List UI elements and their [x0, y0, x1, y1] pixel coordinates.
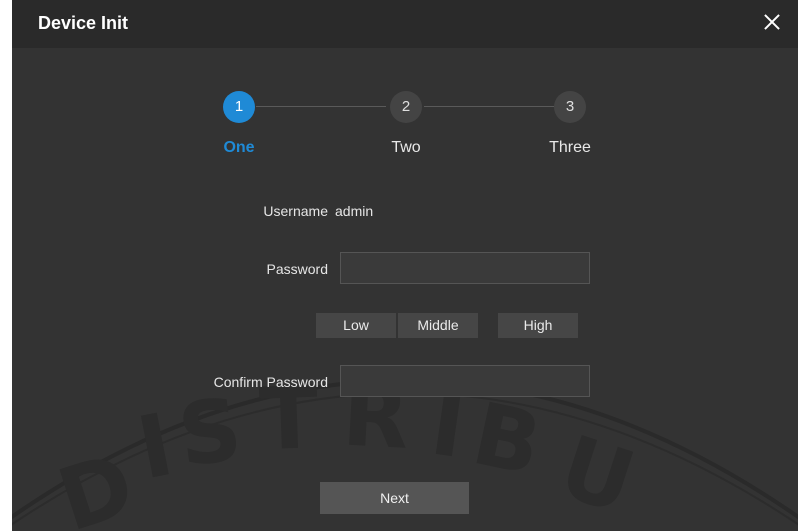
strength-low: Low	[316, 313, 396, 338]
step-1-indicator: 1	[223, 91, 255, 123]
svg-text:I: I	[130, 395, 180, 499]
password-label: Password	[266, 261, 328, 277]
confirm-password-label: Confirm Password	[213, 374, 328, 390]
step-connector	[256, 106, 386, 107]
dialog-titlebar: Device Init	[12, 0, 798, 48]
strength-high: High	[498, 313, 578, 338]
username-value: admin	[335, 203, 374, 219]
next-button[interactable]: Next	[320, 482, 469, 514]
svg-text:U: U	[548, 417, 645, 531]
svg-text:S: S	[173, 380, 247, 487]
step-1-label: One	[223, 139, 255, 156]
svg-text:D: D	[47, 434, 146, 531]
step-2-label: Two	[391, 139, 421, 156]
step-connector	[424, 106, 554, 107]
password-input[interactable]	[340, 252, 590, 284]
strength-middle: Middle	[398, 313, 478, 338]
close-icon[interactable]	[760, 10, 784, 34]
step-2-indicator: 2	[390, 91, 422, 123]
step-3-label: Three	[549, 139, 591, 156]
step-3-indicator: 3	[554, 91, 586, 123]
svg-text:B: B	[465, 384, 550, 495]
confirm-password-input[interactable]	[340, 365, 590, 397]
username-label: Username	[263, 203, 328, 219]
device-init-dialog: Device Init 1 2 3 One Two Three D I S T …	[12, 0, 798, 531]
dialog-title: Device Init	[38, 13, 129, 33]
